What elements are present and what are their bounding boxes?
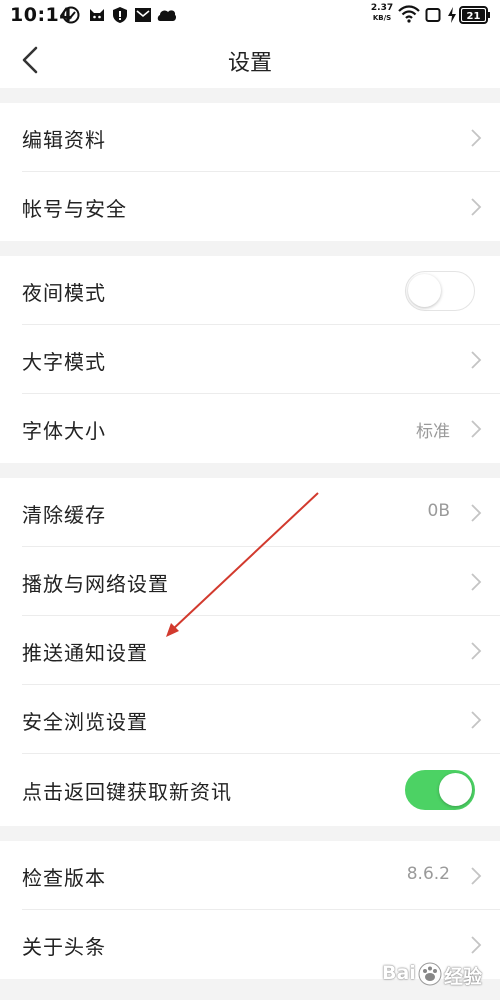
wifi-icon [398,5,420,27]
row-label: 播放与网络设置 [22,572,169,596]
section-separator [0,241,500,256]
night-mode-toggle[interactable] [405,271,475,311]
row-label: 关于头条 [22,935,106,959]
chevron-right-icon [471,351,482,369]
paw-icon [417,961,443,991]
cloud-app-icon [157,6,177,28]
navigation-bar: 设置 [0,32,500,88]
battery-icon: 21 [459,5,491,29]
chevron-right-icon [471,129,482,147]
row-back-key-refresh: 点击返回键获取新资讯 [0,755,500,824]
status-bar: 10:14 2.37 KB/S 21 [0,0,500,32]
cat-app-icon [88,6,106,28]
row-label: 检查版本 [22,866,106,890]
network-speed-unit: KB/S [372,14,392,22]
section-separator [0,826,500,841]
check-circle-icon [62,6,80,28]
settings-screen: 10:14 2.37 KB/S 21 设置 编辑资料 帐号与安全 夜间模式 大字… [0,0,500,1000]
row-label: 字体大小 [22,419,106,443]
chevron-right-icon [471,420,482,438]
chevron-right-icon [471,573,482,591]
row-label: 夜间模式 [22,281,106,305]
network-speed-value: 2.37 [370,3,394,13]
chevron-right-icon [471,504,482,522]
row-label: 大字模式 [22,350,106,374]
row-edit-profile[interactable]: 编辑资料 [0,103,500,172]
row-check-version[interactable]: 检查版本 8.6.2 [0,841,500,910]
row-push-notification[interactable]: 推送通知设置 [0,616,500,685]
network-speed: 2.37 KB/S [369,3,395,23]
row-label: 帐号与安全 [22,197,127,221]
battery-level: 21 [467,11,481,22]
row-label: 编辑资料 [22,128,106,152]
chevron-right-icon [471,867,482,885]
chevron-right-icon [471,198,482,216]
row-label: 清除缓存 [22,503,106,527]
row-label: 点击返回键获取新资讯 [22,780,232,804]
font-size-value: 标准 [416,422,450,442]
row-large-text-mode[interactable]: 大字模式 [0,325,500,394]
back-key-refresh-toggle[interactable] [405,770,475,810]
row-account-security[interactable]: 帐号与安全 [0,172,500,241]
toggle-knob [439,773,472,806]
baidu-jingyan-watermark: Bai 经验 [382,958,492,992]
watermark-text-left: Bai [382,962,416,984]
charging-icon [447,6,457,28]
shield-icon [112,6,128,28]
row-label: 推送通知设置 [22,641,148,665]
row-night-mode: 夜间模式 [0,256,500,325]
chevron-right-icon [471,936,482,954]
row-font-size[interactable]: 字体大小 标准 [0,394,500,463]
section-separator [0,88,500,103]
mail-icon [134,6,152,28]
row-playback-network[interactable]: 播放与网络设置 [0,547,500,616]
screen-icon [425,7,441,27]
chevron-right-icon [471,711,482,729]
version-value: 8.6.2 [406,864,450,884]
row-divider [22,753,500,754]
row-safe-browsing[interactable]: 安全浏览设置 [0,685,500,754]
toggle-knob [408,274,441,307]
row-clear-cache[interactable]: 清除缓存 0B [0,478,500,547]
chevron-right-icon [471,642,482,660]
section-separator [0,463,500,478]
page-title: 设置 [227,51,272,76]
cache-size-value: 0B [427,501,450,521]
watermark-text-right: 经验 [444,966,483,988]
row-label: 安全浏览设置 [22,710,148,734]
